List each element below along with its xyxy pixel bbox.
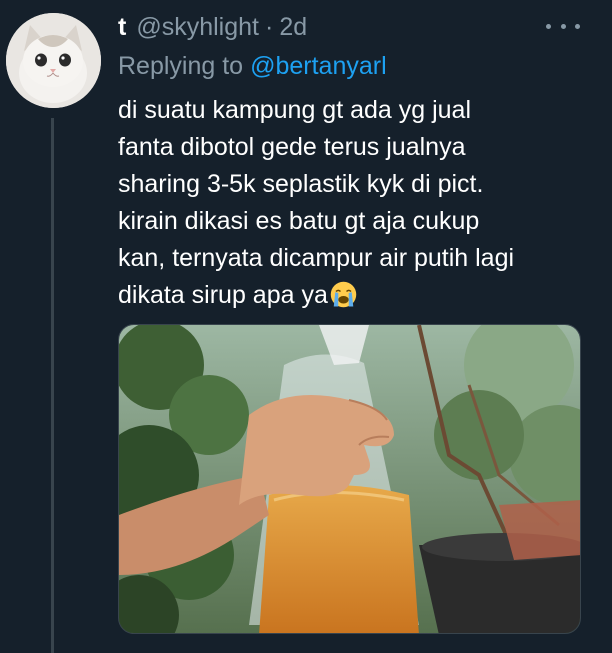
replying-to-label: Replying to — [118, 51, 244, 80]
display-name[interactable]: t — [118, 13, 126, 42]
timestamp[interactable]: 2d — [279, 13, 307, 42]
photo-plastic-bag-drink — [119, 325, 580, 633]
user-handle[interactable]: @skyhlight — [136, 13, 259, 42]
more-horizontal-icon[interactable] — [546, 13, 580, 39]
cat-avatar-icon — [6, 13, 101, 108]
tweet-text-line: kan, ternyata dicampur air putih lagi — [118, 244, 515, 272]
reply-handle-link[interactable]: @bertanyarl — [250, 52, 387, 81]
tweet[interactable]: t @skyhlight · 2d Replying to @bertanyar… — [0, 0, 612, 653]
tweet-text-line: fanta dibotol gede terus jualnya — [118, 133, 466, 161]
tweet-text: di suatu kampung gt ada yg jual fanta di… — [118, 92, 608, 314]
loudly-crying-face-icon — [330, 281, 357, 308]
tweet-text-line: di suatu kampung gt ada yg jual — [118, 96, 472, 124]
tweet-media-photo[interactable] — [118, 324, 581, 634]
tweet-header: t @skyhlight · 2d — [118, 10, 307, 44]
tweet-text-line: dikata sirup apa ya — [118, 281, 328, 309]
tweet-text-line: kirain dikasi es batu gt aja cukup — [118, 207, 480, 235]
tweet-text-line-last: dikata sirup apa ya — [118, 277, 608, 314]
replying-to: Replying to @bertanyarl — [118, 49, 387, 83]
avatar[interactable] — [6, 13, 101, 108]
tweet-text-line: sharing 3-5k seplastik kyk di pict. — [118, 170, 484, 198]
thread-line — [51, 118, 54, 653]
separator-dot: · — [264, 12, 274, 41]
